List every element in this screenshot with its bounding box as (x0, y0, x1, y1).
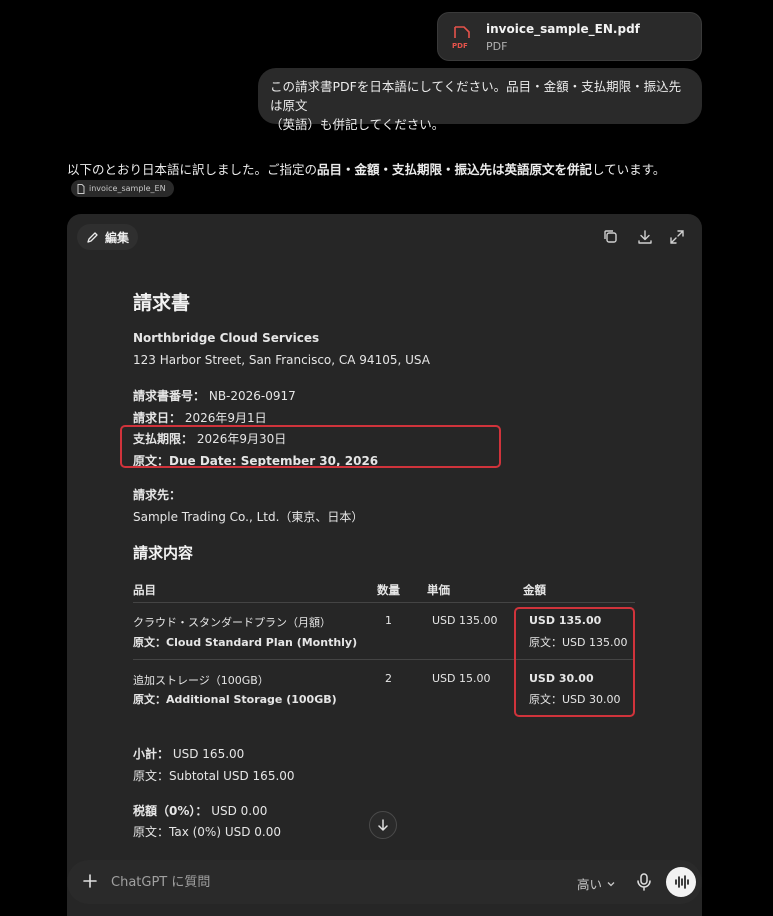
col-header-amount: 金額 (523, 583, 546, 597)
col-header-unit-price: 単価 (427, 583, 450, 597)
plus-icon[interactable] (80, 871, 100, 891)
scroll-down-button[interactable] (369, 811, 397, 839)
intro-bold: 品目・金額・支払期限・振込先は英語原文を併記 (317, 162, 593, 177)
invoice-number-row: 請求書番号： NB-2026-0917 (133, 387, 296, 404)
composer: 高い (67, 860, 702, 904)
attachment-type: PDF (486, 40, 508, 53)
company-name: Northbridge Cloud Services (133, 331, 320, 345)
row2-unit-price: USD 15.00 (432, 672, 491, 685)
attachment-card[interactable]: PDF invoice_sample_EN.pdf PDF (437, 12, 702, 61)
download-icon[interactable] (636, 228, 654, 246)
col-header-item: 品目 (133, 583, 156, 597)
chevron-down-icon (607, 881, 615, 886)
amount-highlight (514, 607, 635, 717)
file-icon (77, 183, 85, 194)
invoice-title: 請求書 (133, 292, 191, 314)
invoice-date-row: 請求日： 2026年9月1日 (133, 409, 267, 426)
bill-to-label: 請求先： (133, 488, 182, 502)
row1-qty: 1 (385, 614, 392, 627)
row2-item-original: 原文：Additional Storage (100GB) (133, 693, 337, 706)
canvas-panel: 編集 請求書 Northbridge Cloud Services 123 Ha… (67, 214, 702, 916)
row1-unit-price: USD 135.00 (432, 614, 498, 627)
bill-to: Sample Trading Co., Ltd.（東京、日本） (133, 510, 364, 524)
row2-item: 追加ストレージ（100GB） (133, 674, 269, 687)
tax-value: USD 0.00 (211, 804, 268, 818)
edit-button[interactable]: 編集 (77, 224, 139, 250)
waveform-icon (675, 875, 689, 889)
row2-qty: 2 (385, 672, 392, 685)
invoice-number: NB-2026-0917 (208, 389, 296, 403)
intro-post: しています。 (592, 162, 666, 177)
invoice-date-label: 請求日： (133, 411, 182, 425)
pencil-icon (87, 231, 98, 243)
edit-label: 編集 (105, 230, 130, 245)
assistant-intro: 以下のとおり日本語に訳しました。ご指定の品目・金額・支払期限・振込先は英語原文を… (67, 159, 665, 178)
row1-item-original: 原文：Cloud Standard Plan (Monthly) (133, 636, 358, 649)
microphone-icon[interactable] (635, 872, 653, 892)
pdf-icon-label: PDF (452, 42, 468, 50)
user-message-bubble: この請求書PDFを日本語にしてください。品目・金額・支払期限・振込先は原文 （英… (258, 68, 702, 132)
row1-item: クラウド・スタンダードプラン（月額） (133, 616, 331, 629)
source-chip-label: invoice_sample_EN (89, 184, 166, 193)
copy-icon[interactable] (602, 228, 620, 246)
invoice-number-label: 請求書番号： (133, 389, 206, 403)
company-address: 123 Harbor Street, San Francisco, CA 941… (133, 353, 430, 367)
pdf-file-icon: PDF (452, 26, 470, 50)
voice-mode-button[interactable] (666, 867, 696, 897)
user-message-line2: （英語）も併記してください。 (270, 117, 445, 132)
model-label: 高い (577, 877, 603, 892)
due-date-highlight (120, 425, 501, 468)
subtotal-value: USD 165.00 (172, 747, 245, 761)
tax-row: 税額（0%）： USD 0.00 (133, 802, 267, 819)
invoice-date: 2026年9月1日 (184, 411, 267, 425)
col-header-qty: 数量 (377, 583, 400, 597)
tax-label: 税額（0%）： (133, 804, 208, 818)
attachment-name: invoice_sample_EN.pdf (486, 22, 640, 36)
items-heading: 請求内容 (133, 544, 194, 562)
expand-icon[interactable] (668, 228, 686, 246)
arrow-down-icon (378, 819, 388, 831)
subtotal-label: 小計： (133, 747, 170, 761)
table-divider (133, 602, 635, 603)
composer-input[interactable] (109, 872, 489, 892)
model-selector[interactable]: 高い (577, 874, 616, 893)
subtotal-row: 小計： USD 165.00 (133, 745, 244, 762)
tax-original: 原文：Tax (0%) USD 0.00 (133, 825, 282, 839)
intro-pre: 以下のとおり日本語に訳しました。ご指定の (67, 162, 318, 177)
user-message-line1: この請求書PDFを日本語にしてください。品目・金額・支払期限・振込先は原文 (270, 79, 682, 113)
source-chip[interactable]: invoice_sample_EN (71, 180, 174, 197)
subtotal-original: 原文：Subtotal USD 165.00 (133, 769, 295, 783)
